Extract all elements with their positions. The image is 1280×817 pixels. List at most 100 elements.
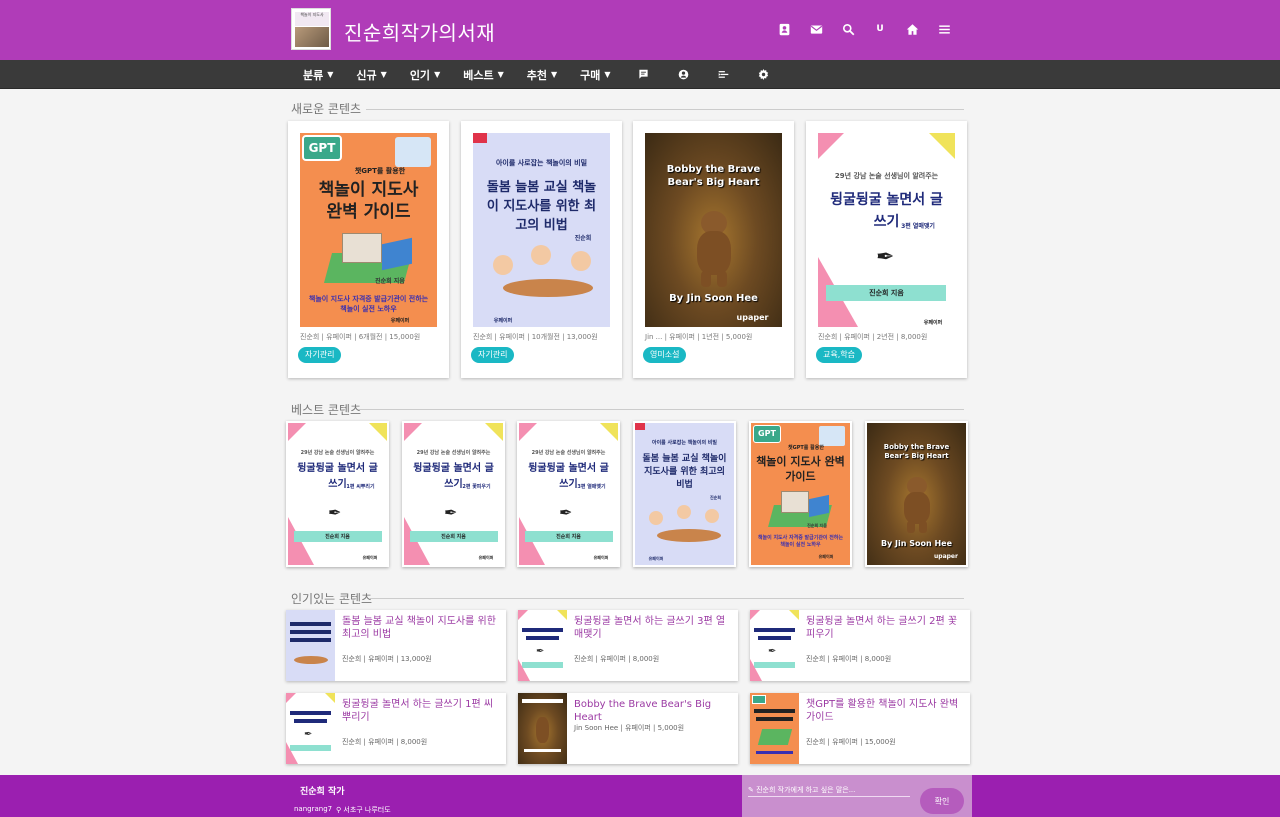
site-title[interactable]: 진순희작가의서재 xyxy=(344,17,495,46)
kids-table-illustration xyxy=(483,245,603,315)
cover-corner xyxy=(818,133,844,159)
cover-author: By Jin Soon Hee xyxy=(880,539,953,548)
popular-content-item[interactable]: 챗GPT를 활용한 책놀이 지도사 완벽 가이드 진순희 | 유페이퍼 | 15… xyxy=(750,693,970,764)
main-navbar: 분류 ▼ 신규 ▼ 인기 ▼ 베스트 ▼ 추천 ▼ 구매 ▼ xyxy=(0,60,1280,89)
cover-publisher: 유페이퍼 xyxy=(362,555,378,560)
footer-user-id: nangrang7 xyxy=(294,805,333,813)
footer-location: ⚲ 서초구 나루터도 xyxy=(336,805,391,815)
menu-icon[interactable] xyxy=(928,16,960,42)
content-meta: 진순희 | 유페이퍼 | 8,000원 xyxy=(574,655,660,663)
best-content-card[interactable]: 29년 강남 논술 선생님이 알려주는 뒹굴뒹굴 놀면서 글쓰기 1편 씨뿌리기… xyxy=(286,421,389,567)
content-meta: 진순희 | 유페이퍼 | 13,000원 xyxy=(342,655,432,663)
content-title[interactable]: 뒹굴뒹굴 놀면서 하는 글쓰기 3편 열매맺기 xyxy=(574,615,734,641)
category-tag[interactable]: 영미소설 xyxy=(643,347,687,363)
book-cover: 29년 강남 논술 선생님이 알려주는 뒹굴뒹굴 놀면서 글쓰기 3편 열매맺기… xyxy=(519,423,618,565)
popular-content-item[interactable]: 돌봄 늘봄 교실 책놀이 지도사를 위한 최고의 비법 진순희 | 유페이퍼 |… xyxy=(286,610,506,681)
cover-author: By Jin Soon Hee xyxy=(669,293,758,304)
account-icon[interactable] xyxy=(664,60,704,89)
content-meta: 진순희 | 유페이퍼 | 2년전 | 8,000원 xyxy=(818,333,928,341)
sort-icon[interactable] xyxy=(704,60,744,89)
footer-bar: 진순희 작가 nangrang7 ⚲ 서초구 나루터도 xyxy=(0,775,1280,817)
cover-publisher: 유페이퍼 xyxy=(593,555,609,560)
cover-top-text: 29년 강남 논술 선생님이 알려주는 xyxy=(531,450,606,456)
cover-publisher: upaper xyxy=(934,553,958,560)
category-tag[interactable]: 자기관리 xyxy=(298,347,342,363)
best-content-card[interactable]: 29년 강남 논술 선생님이 알려주는 뒹굴뒹굴 놀면서 글쓰기 3편 열매맺기… xyxy=(517,421,620,567)
content-title[interactable]: Bobby the Brave Bear's Big Heart xyxy=(574,698,734,724)
content-title[interactable]: 챗GPT를 활용한 책놀이 지도사 완벽 가이드 xyxy=(806,698,966,724)
logo-photo xyxy=(295,27,329,47)
new-content-card[interactable]: 아이를 사로잡는 책놀이의 비밀 돌봄 늘봄 교실 책놀이 지도사를 위한 최고… xyxy=(461,121,622,378)
category-tag[interactable]: 자기관리 xyxy=(471,347,515,363)
section-divider xyxy=(370,598,964,599)
nav-category[interactable]: 분류 ▼ xyxy=(293,60,343,89)
footer-author-name: 진순희 작가 xyxy=(300,787,345,797)
user-u-icon[interactable]: U xyxy=(864,16,896,42)
content-meta: 진순희 | 유페이퍼 | 10개월전 | 13,000원 xyxy=(473,333,598,341)
popular-content-item[interactable]: ✒ 뒹굴뒹굴 놀면서 하는 글쓰기 3편 열매맺기 진순희 | 유페이퍼 | 8… xyxy=(518,610,738,681)
popular-content-item[interactable]: ✒ 뒹굴뒹굴 놀면서 하는 글쓰기 1편 씨뿌리기 진순희 | 유페이퍼 | 8… xyxy=(286,693,506,764)
nav-recommend[interactable]: 추천 ▼ xyxy=(517,60,567,89)
pen-icon: ✒ xyxy=(559,503,573,522)
site-logo[interactable]: 책놀이 지도사 xyxy=(291,8,331,50)
nav-purchase[interactable]: 구매 ▼ xyxy=(570,60,620,89)
cover-author: 진순희 xyxy=(574,235,592,242)
top-header: 책놀이 지도사 진순희작가의서재 U xyxy=(0,0,1280,60)
search-icon[interactable] xyxy=(832,16,864,42)
nav-popular[interactable]: 인기 ▼ xyxy=(400,60,450,89)
cover-publisher: 유페이퍼 xyxy=(390,318,410,324)
cover-top-text: 29년 강남 논술 선생님이 알려주는 xyxy=(300,450,375,456)
comment-icon[interactable] xyxy=(624,60,664,89)
content-title[interactable]: 뒹굴뒹굴 놀면서 하는 글쓰기 1편 씨뿌리기 xyxy=(342,698,502,724)
new-content-card[interactable]: 29년 강남 논술 선생님이 알려주는 뒹굴뒹굴 놀면서 글쓰기 3편 열매맺기… xyxy=(806,121,967,378)
cover-title: 책놀이 지도사 완벽 가이드 xyxy=(318,180,419,222)
book-thumbnail: ✒ xyxy=(750,610,799,681)
user-initial: U xyxy=(876,24,884,34)
content-meta: Jin ... | 유페이퍼 | 1년전 | 5,000원 xyxy=(645,333,753,341)
section-title-popular: 인기있는 콘텐츠 xyxy=(291,592,373,606)
nav-new[interactable]: 신규 ▼ xyxy=(346,60,396,89)
gpt-badge: GPT xyxy=(753,425,781,443)
best-content-card[interactable]: 29년 강남 논술 선생님이 알려주는 뒹굴뒹굴 놀면서 글쓰기 2편 꽃피우기… xyxy=(402,421,505,567)
kids-table-illustration xyxy=(643,505,729,555)
best-content-card[interactable]: Bobby the Brave Bear's Big Heart By Jin … xyxy=(865,421,968,567)
category-tag[interactable]: 교육,학습 xyxy=(816,347,862,363)
content-title[interactable]: 돌봄 늘봄 교실 책놀이 지도사를 위한 최고의 비법 xyxy=(342,615,502,641)
new-content-card[interactable]: GPT 챗GPT를 활용한 책놀이 지도사 완벽 가이드 진순희 지음 책놀이 … xyxy=(288,121,449,378)
book-cover: GPT 챗GPT를 활용한 책놀이 지도사 완벽 가이드 진순희 지음 책놀이 … xyxy=(300,133,437,327)
mail-icon[interactable] xyxy=(800,16,832,42)
cover-corner xyxy=(929,133,955,159)
chevron-down-icon: ▼ xyxy=(551,70,558,79)
new-content-card[interactable]: Bobby the Brave Bear's Big Heart By Jin … xyxy=(633,121,794,378)
book-cover: 29년 강남 논술 선생님이 알려주는 뒹굴뒹굴 놀면서 글쓰기 2편 꽃피우기… xyxy=(404,423,503,565)
best-content-card[interactable]: GPT 챗GPT를 활용한 책놀이 지도사 완벽 가이드 진순희 지음 책놀이 … xyxy=(749,421,852,567)
book-cover: 아이를 사로잡는 책놀이의 비밀 돌봄 늘봄 교실 책놀이 지도사를 위한 최고… xyxy=(473,133,610,327)
book-cover: 아이를 사로잡는 책놀이의 비밀 돌봄 늘봄 교실 책놀이 지도사를 위한 최고… xyxy=(635,423,734,565)
content-title[interactable]: 뒹굴뒹굴 놀면서 하는 글쓰기 2편 꽃피우기 xyxy=(806,615,966,641)
cover-author: 진순희 지음 xyxy=(375,278,405,285)
settings-icon[interactable] xyxy=(744,60,784,89)
book-thumbnail xyxy=(286,610,335,681)
confirm-button[interactable]: 확인 xyxy=(920,788,964,814)
cover-volume: 3편 열매맺기 xyxy=(577,484,606,490)
popular-content-item[interactable]: Bobby the Brave Bear's Big Heart Jin Soo… xyxy=(518,693,738,764)
cover-top-text: 29년 강남 논술 선생님이 알려주는 xyxy=(416,450,491,456)
chevron-down-icon: ▼ xyxy=(327,70,334,79)
content-meta: 진순희 | 유페이퍼 | 6개월전 | 15,000원 xyxy=(300,333,421,341)
best-content-card[interactable]: 아이를 사로잡는 책놀이의 비밀 돌봄 늘봄 교실 책놀이 지도사를 위한 최고… xyxy=(633,421,736,567)
book-thumbnail: ✒ xyxy=(286,693,335,764)
chevron-down-icon: ▼ xyxy=(604,70,611,79)
cover-publisher: 유페이퍼 xyxy=(923,320,943,326)
message-input[interactable] xyxy=(748,783,910,797)
nav-best[interactable]: 베스트 ▼ xyxy=(453,60,514,89)
cover-author: 진순희 지음 xyxy=(325,534,350,540)
home-icon[interactable] xyxy=(896,16,928,42)
cover-top-text: 챗GPT를 활용한 xyxy=(354,167,406,175)
contact-card-icon[interactable] xyxy=(768,16,800,42)
cover-publisher: 유페이퍼 xyxy=(493,318,513,324)
popular-content-item[interactable]: ✒ 뒹굴뒹굴 놀면서 하는 글쓰기 2편 꽃피우기 진순희 | 유페이퍼 | 8… xyxy=(750,610,970,681)
chevron-down-icon: ▼ xyxy=(497,70,504,79)
nav-label: 베스트 xyxy=(463,68,494,82)
chevron-down-icon: ▼ xyxy=(380,70,387,79)
section-title-best: 베스트 콘텐츠 xyxy=(291,403,362,417)
